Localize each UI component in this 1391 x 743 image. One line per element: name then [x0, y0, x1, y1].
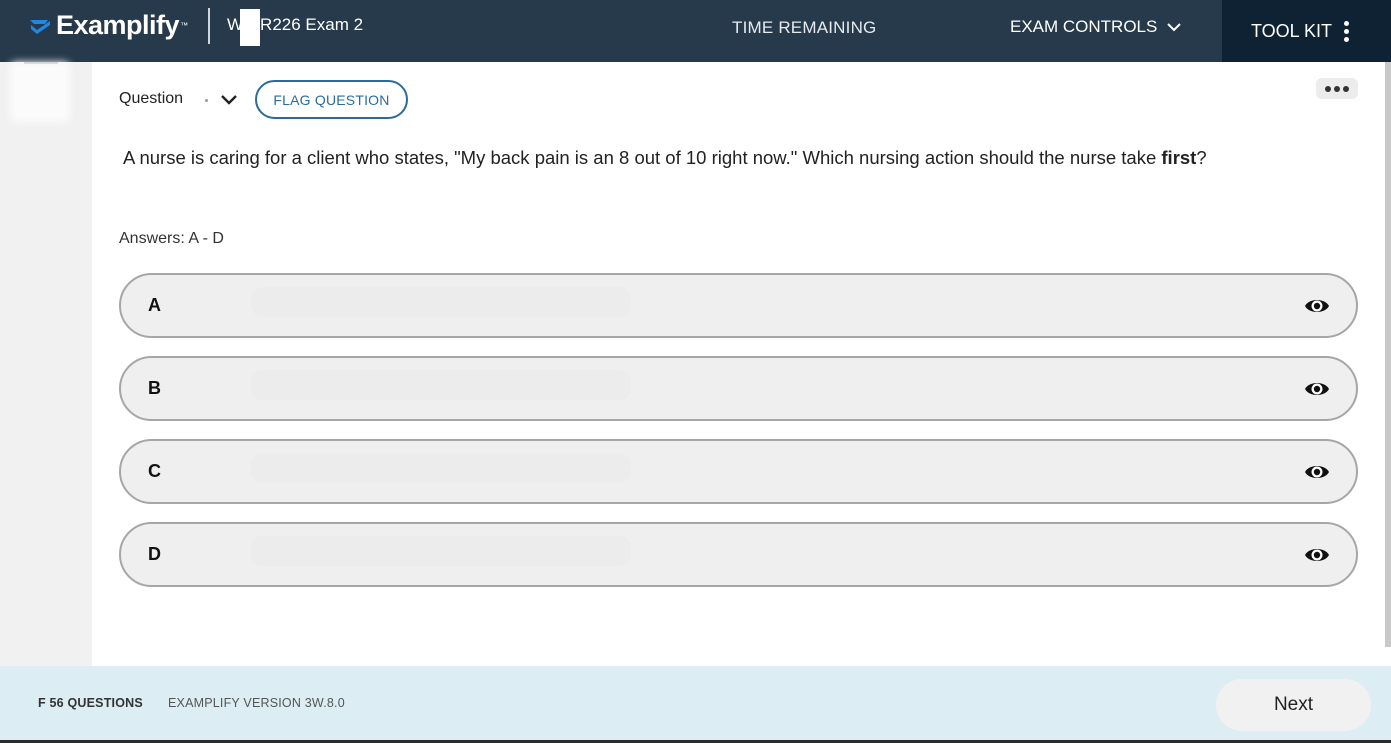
- rail-placeholder: [10, 62, 70, 122]
- answers-label: Answers: A - D: [119, 230, 224, 247]
- question-count: F 56 QUESTIONS: [38, 696, 143, 710]
- examplify-check-icon: [30, 19, 50, 34]
- eye-icon[interactable]: [1304, 544, 1330, 566]
- question-stem: A nurse is caring for a client who state…: [123, 147, 1207, 169]
- tool-kit-label: TOOL KIT: [1251, 20, 1333, 41]
- more-options-button[interactable]: [1316, 78, 1358, 99]
- answer-text-placeholder: [251, 287, 631, 317]
- answer-letter: D: [148, 544, 161, 564]
- top-bar: Examplify ™ W NR226 Exam 2 TIME REMAININ…: [0, 0, 1391, 62]
- flag-question-button[interactable]: FLAG QUESTION: [255, 80, 408, 119]
- exam-controls-label: EXAM CONTROLS: [1010, 17, 1158, 36]
- scrollbar[interactable]: [1385, 62, 1391, 647]
- dot-icon: [1343, 85, 1349, 92]
- kebab-menu-icon: [1344, 20, 1350, 42]
- answer-letter: A: [148, 295, 161, 315]
- question-number-dot: [205, 99, 208, 102]
- eye-icon[interactable]: [1304, 295, 1330, 317]
- answer-letter: C: [148, 461, 161, 481]
- stem-text: A nurse is caring for a client who state…: [123, 147, 1162, 168]
- logo-text: Examplify: [56, 10, 180, 40]
- redaction-box: [240, 9, 260, 46]
- stem-emphasis: first: [1161, 147, 1197, 168]
- time-remaining-label: TIME REMAINING: [732, 18, 877, 37]
- answer-option-a[interactable]: A: [119, 273, 1358, 338]
- answer-text-placeholder: [251, 536, 631, 566]
- examplify-logo: Examplify ™: [28, 10, 188, 41]
- answer-letter: B: [148, 378, 161, 398]
- eye-icon[interactable]: [1304, 461, 1330, 483]
- dot-icon: [1334, 85, 1340, 92]
- logo-trademark: ™: [180, 21, 189, 30]
- question-label: Question: [119, 90, 184, 107]
- question-dropdown-chevron-icon[interactable]: [220, 92, 238, 108]
- answer-option-c[interactable]: C: [119, 439, 1358, 504]
- answer-text-placeholder: [251, 453, 631, 483]
- stem-end: ?: [1196, 147, 1207, 168]
- answer-option-d[interactable]: D: [119, 522, 1358, 587]
- app-version: EXAMPLIFY VERSION 3W.8.0: [168, 696, 345, 710]
- tool-kit-button[interactable]: TOOL KIT: [1222, 0, 1391, 62]
- chevron-down-icon: [1167, 23, 1182, 32]
- dot-icon: [1325, 85, 1331, 92]
- exam-controls-button[interactable]: EXAM CONTROLS: [1010, 17, 1182, 37]
- answer-option-b[interactable]: B: [119, 356, 1358, 421]
- header-divider: [208, 8, 210, 44]
- left-rail: [0, 62, 92, 666]
- eye-icon[interactable]: [1304, 378, 1330, 400]
- next-button[interactable]: Next: [1216, 679, 1371, 731]
- answer-text-placeholder: [251, 370, 631, 400]
